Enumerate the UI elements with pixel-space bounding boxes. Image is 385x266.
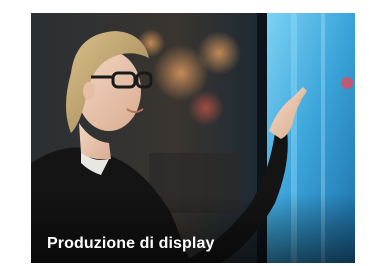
display-production-card[interactable]: Produzione di display (31, 13, 355, 263)
card-caption[interactable]: Produzione di display (47, 235, 214, 253)
